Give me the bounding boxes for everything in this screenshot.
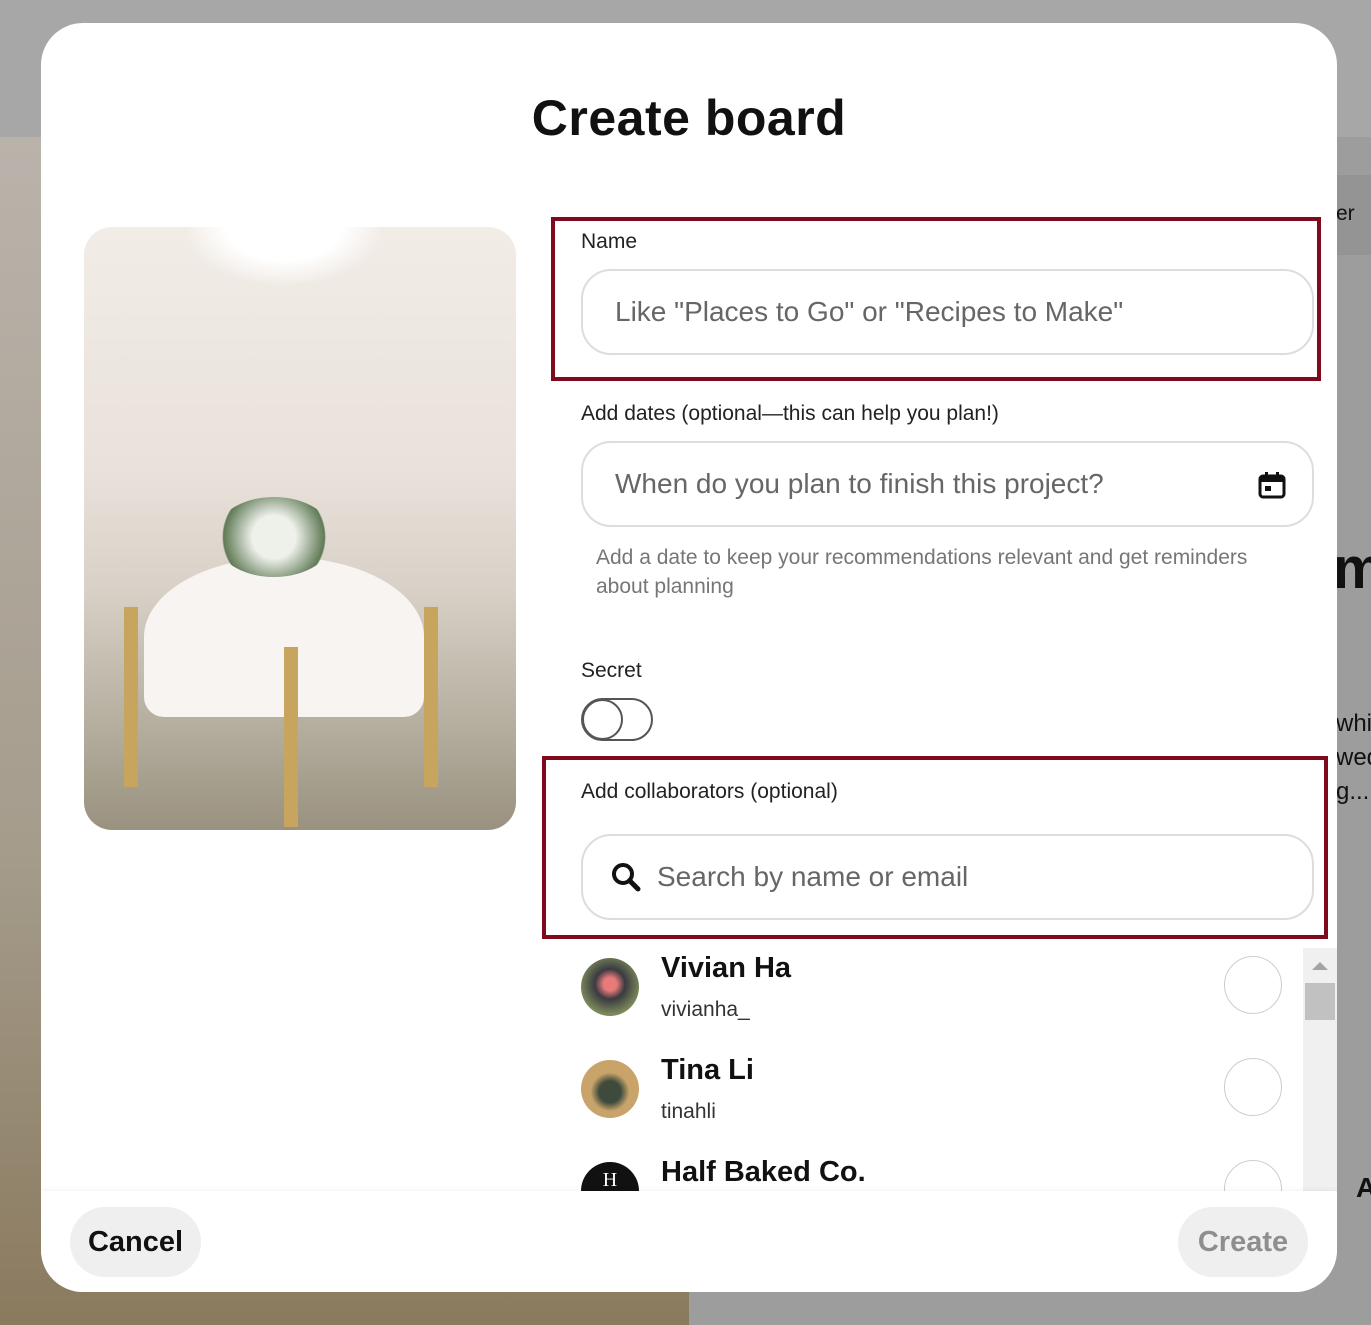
person-name: Tina Li bbox=[661, 1054, 754, 1086]
name-input[interactable]: Like "Places to Go" or "Recipes to Make" bbox=[581, 269, 1314, 355]
list-item[interactable]: Vivian Ha vivianha_ bbox=[581, 948, 1282, 1048]
person-name: Half Baked Co. bbox=[661, 1156, 866, 1188]
select-checkbox[interactable] bbox=[1224, 956, 1282, 1014]
collaborator-search-input[interactable]: Search by name or email bbox=[581, 834, 1314, 920]
dialog-footer: Cancel Create bbox=[41, 1191, 1337, 1292]
scroll-thumb[interactable] bbox=[1305, 983, 1335, 1020]
person-handle: tinahli bbox=[661, 1100, 716, 1123]
create-board-dialog: Create board Name Like "Places to Go" or… bbox=[41, 23, 1337, 1292]
calendar-icon[interactable] bbox=[1258, 471, 1286, 499]
background-text: wed bbox=[1336, 744, 1371, 771]
name-label: Name bbox=[581, 230, 638, 253]
search-placeholder: Search by name or email bbox=[657, 861, 969, 892]
search-icon bbox=[612, 863, 641, 892]
background-text: A bbox=[1356, 1172, 1371, 1203]
avatar: H bbox=[581, 1162, 639, 1193]
person-handle: vivianha_ bbox=[661, 998, 750, 1021]
secret-label: Secret bbox=[581, 659, 642, 682]
collaborators-label: Add collaborators (optional) bbox=[581, 780, 838, 803]
list-item[interactable]: Tina Li tinahli bbox=[581, 1050, 1282, 1150]
select-checkbox[interactable] bbox=[1224, 1058, 1282, 1116]
date-placeholder: When do you plan to finish this project? bbox=[615, 468, 1104, 499]
dates-hint: Add a date to keep your recommendations … bbox=[596, 546, 1248, 598]
chandelier bbox=[184, 227, 384, 287]
avatar bbox=[581, 958, 639, 1016]
list-scrollbar[interactable] bbox=[1303, 948, 1337, 1193]
list-item[interactable]: H Half Baked Co. bbox=[581, 1152, 1282, 1193]
chair bbox=[424, 607, 438, 787]
cancel-button[interactable]: Cancel bbox=[70, 1207, 201, 1277]
select-checkbox[interactable] bbox=[1224, 1160, 1282, 1193]
dates-label: Add dates (optional—this can help you pl… bbox=[581, 402, 999, 425]
background-text: whit bbox=[1336, 710, 1371, 737]
person-name: Vivian Ha bbox=[661, 952, 792, 984]
background-text: m bbox=[1333, 536, 1371, 601]
secret-toggle[interactable] bbox=[581, 698, 653, 741]
toggle-knob bbox=[582, 699, 623, 740]
date-input[interactable]: When do you plan to finish this project? bbox=[581, 441, 1314, 527]
board-cover-image bbox=[84, 227, 516, 830]
create-button[interactable]: Create bbox=[1178, 1207, 1308, 1277]
centerpiece bbox=[214, 497, 334, 577]
background-text: er bbox=[1336, 202, 1355, 225]
dialog-title: Create board bbox=[531, 90, 847, 146]
chair bbox=[284, 647, 298, 827]
collaborator-list: Vivian Ha vivianha_ Tina Li tinahli H Ha… bbox=[581, 948, 1303, 1193]
avatar bbox=[581, 1060, 639, 1118]
background-text: g... bbox=[1336, 778, 1370, 805]
scroll-up-icon[interactable] bbox=[1312, 962, 1328, 970]
chair bbox=[124, 607, 138, 787]
